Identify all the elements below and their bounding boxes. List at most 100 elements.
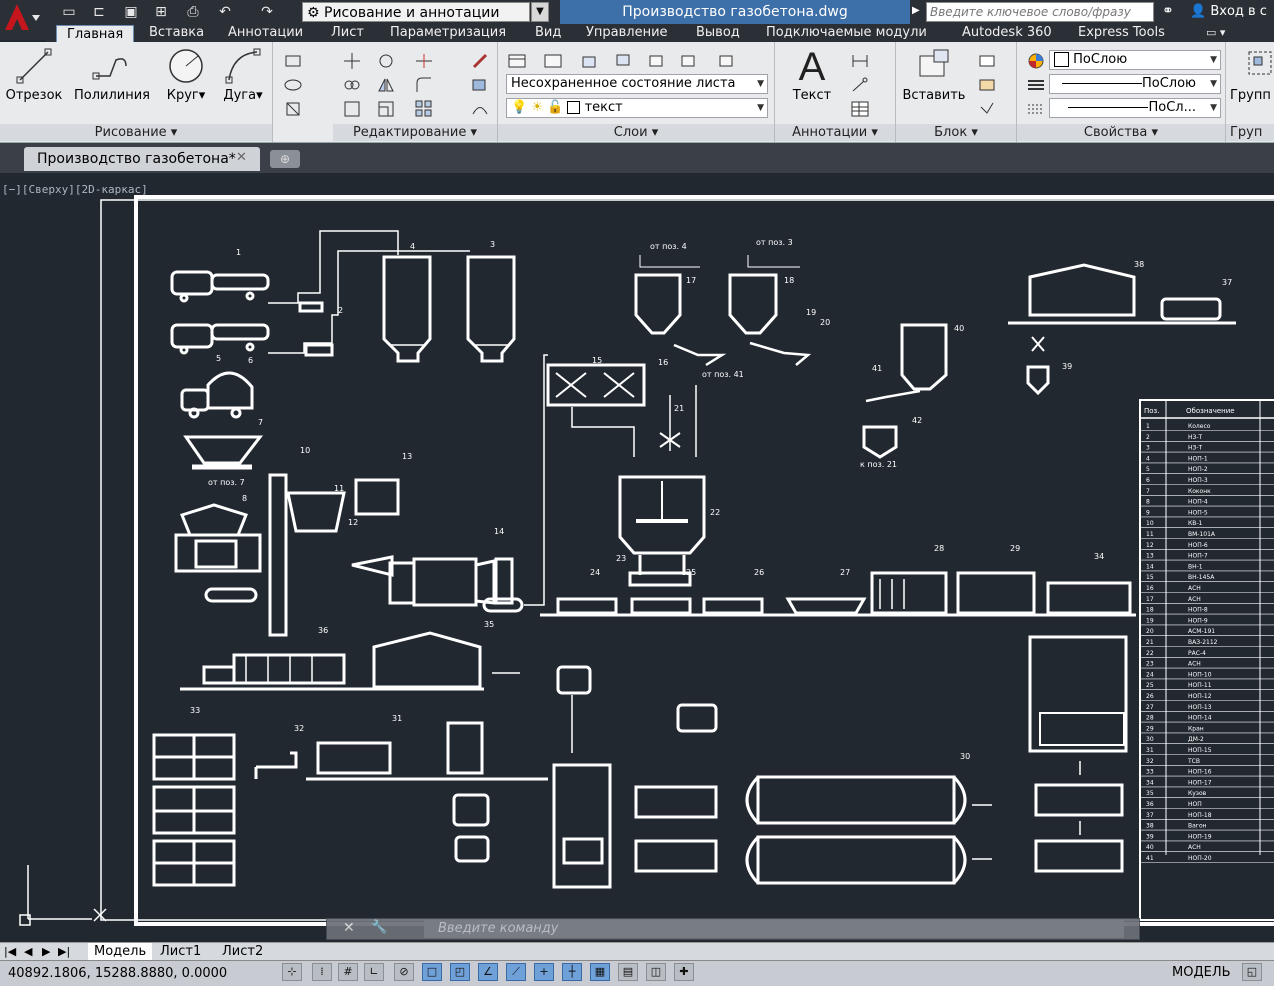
lineweight-icon[interactable] [1025,98,1047,120]
polyline-button[interactable]: Полилиния [70,46,154,103]
tab-parametric[interactable]: Параметризация [390,24,506,42]
trim-icon[interactable] [413,50,435,72]
current-layer-select[interactable]: 💡 ☀ 🔓 текст ▼ [506,98,768,118]
selection-cycling-icon[interactable]: ◫ [646,963,666,981]
redo-icon[interactable]: ↷ [256,3,278,21]
layer-properties-icon[interactable] [506,50,528,72]
tab-layout2[interactable]: Лист2 [222,943,263,961]
new-file-icon[interactable]: ▭ [58,3,80,21]
panel-draw-title[interactable]: Рисование ▾ [0,124,272,141]
quick-properties-icon[interactable]: ▤ [618,963,638,981]
prev-layout-icon[interactable]: ◀ [24,943,32,961]
dyn-icon[interactable]: + [534,963,554,981]
color-select[interactable]: ПоСлою ▼ [1049,50,1221,70]
tab-insert[interactable]: Вставка [149,24,204,42]
new-tab-icon[interactable]: ⊕ [270,150,300,168]
3d-osnap-icon[interactable]: ◰ [450,963,470,981]
wrench-icon[interactable]: 🔧 [371,920,387,935]
tab-output[interactable]: Вывод [696,24,740,42]
layer-state-select[interactable]: Несохраненное состояние листа ▼ [506,74,768,94]
layer-states-icon[interactable] [542,50,564,72]
move-icon[interactable] [341,50,363,72]
tab-model[interactable]: Модель [88,943,153,961]
osnap-icon[interactable]: □ [422,963,442,981]
tab-addins[interactable]: Подключаемые модули [766,24,927,42]
table-icon[interactable] [849,98,871,120]
transparency-icon[interactable]: ▦ [590,963,610,981]
application-menu-button[interactable] [0,0,46,40]
tab-express-tools[interactable]: Express Tools [1078,24,1165,42]
panel-block-title[interactable]: Блок ▾ [896,124,1016,141]
sign-in-button[interactable]: 👤 Вход в с [1190,0,1274,24]
rectangle-icon[interactable] [282,50,304,72]
scale-icon[interactable] [375,98,397,120]
last-layout-icon[interactable]: ▶| [58,943,70,961]
boundary-icon[interactable] [282,98,304,120]
file-tab[interactable]: Производство газобетона* [24,147,260,171]
quick-view-layouts-icon[interactable]: ◱ [1242,963,1262,981]
text-button[interactable]: A Текст [779,46,845,103]
undo-icon[interactable]: ↶ [214,3,236,21]
tab-manage[interactable]: Управление [586,24,668,42]
annotation-monitor-icon[interactable]: ✚ [674,963,694,981]
command-input[interactable]: Введите команду [424,920,1124,938]
play-icon[interactable]: ▶ [912,5,920,16]
hatch-icon[interactable] [282,74,304,96]
edit-attributes-icon[interactable] [976,98,998,120]
tab-layout[interactable]: Лист [331,24,364,42]
layer-lock-icon[interactable] [716,50,738,72]
arc-button[interactable]: Дуга▾ [218,46,268,103]
layer-isolate-icon[interactable] [580,50,602,72]
ribbon-toggle-icon[interactable]: ▭ ▾ [1206,24,1225,42]
chevron-down-icon[interactable]: ▼ [531,2,549,22]
circle-button[interactable]: Круг▾ [160,46,212,103]
mirror-icon[interactable] [375,74,397,96]
fillet-icon[interactable] [413,74,435,96]
copy-icon[interactable] [341,74,363,96]
panel-layers-title[interactable]: Слои ▾ [498,124,774,141]
panel-modify-title[interactable]: Редактирование ▾ [333,124,497,141]
ortho-icon[interactable]: ∟ [364,963,384,981]
snap-icon[interactable]: ⁞ [312,963,332,981]
tab-annotate[interactable]: Аннотации [228,24,303,42]
drawing-canvas[interactable]: 1 2 3 4 5 6 7 8 10 11 12 13 14 15 16 17 … [0,175,1274,942]
search-input[interactable]: Введите ключевое слово/фразу [926,2,1154,22]
linetype-select[interactable]: ПоСлою ▼ [1049,74,1221,94]
open-file-icon[interactable]: ⊏ [88,3,110,21]
leader-icon[interactable] [849,74,871,96]
close-icon[interactable]: ✕ [236,151,250,165]
workspace-selector[interactable]: ⚙ Рисование и аннотации [302,2,530,22]
save-icon[interactable]: ▣ [120,3,142,21]
panel-annotation-title[interactable]: Аннотации ▾ [775,124,895,141]
offset-icon[interactable] [469,98,491,120]
panel-groups-title[interactable]: Груп [1226,124,1274,141]
layer-freeze-icon[interactable] [646,50,668,72]
infer-constraints-icon[interactable]: ⊹ [282,963,302,981]
stretch-icon[interactable] [341,98,363,120]
polar-icon[interactable]: ⊘ [394,963,414,981]
edit-block-icon[interactable] [976,74,998,96]
grid-icon[interactable]: # [338,963,358,981]
next-layout-icon[interactable]: ▶ [42,943,50,961]
erase-icon[interactable] [469,50,491,72]
first-layout-icon[interactable]: |◀ [4,943,16,961]
tab-view[interactable]: Вид [535,24,561,42]
insert-block-button[interactable]: Вставить [900,46,968,103]
array-icon[interactable] [413,98,435,120]
line-button[interactable]: Отрезок [4,46,64,103]
rotate-icon[interactable] [375,50,397,72]
match-properties-icon[interactable] [1025,50,1047,72]
save-as-icon[interactable]: ⊞ [150,3,172,21]
linetype-icon[interactable] [1025,74,1047,96]
layer-unisolate-icon[interactable] [612,50,634,72]
ducs-icon[interactable]: ⟋ [506,963,526,981]
otrack-icon[interactable]: ∠ [478,963,498,981]
print-icon[interactable]: ⎙ [182,3,204,21]
layer-off-icon[interactable] [678,50,700,72]
explode-icon[interactable] [469,74,491,96]
lineweight-toggle-icon[interactable]: ┼ [562,963,582,981]
model-space-toggle[interactable]: МОДЕЛЬ [1172,965,1231,980]
tab-layout1[interactable]: Лист1 [160,943,201,961]
lineweight-select[interactable]: ПоСл... ▼ [1049,98,1221,118]
dimension-icon[interactable] [849,50,871,72]
